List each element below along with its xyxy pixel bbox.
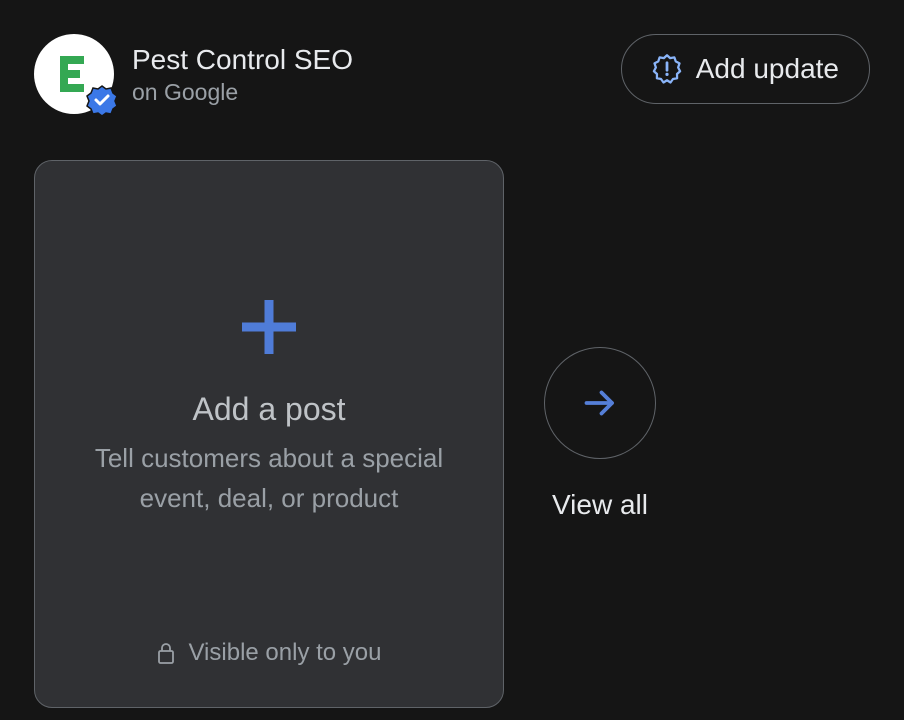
add-post-card[interactable]: Add a post Tell customers about a specia… [34,160,504,708]
visibility-note: Visible only to you [156,639,381,667]
add-post-description: Tell customers about a special event, de… [35,438,503,519]
view-all-label: View all [552,489,648,521]
avatar-wrapper [34,34,114,114]
burst-badge-icon [652,54,682,84]
add-post-title: Add a post [193,391,346,428]
business-name: Pest Control SEO [132,42,353,77]
plus-icon [233,291,305,363]
page-root: Pest Control SEO on Google Add update Ad… [0,0,904,720]
business-subtitle: on Google [132,79,353,106]
add-update-label: Add update [696,53,839,85]
profile-block: Pest Control SEO on Google [34,34,353,114]
lock-icon [156,642,176,664]
visibility-text: Visible only to you [188,639,381,667]
view-all-circle [544,347,656,459]
add-update-button[interactable]: Add update [621,34,870,104]
content-row: Add a post Tell customers about a specia… [34,160,870,708]
header: Pest Control SEO on Google Add update [34,34,870,114]
profile-text: Pest Control SEO on Google [132,42,353,106]
verified-badge-icon [86,84,118,116]
view-all-button[interactable]: View all [544,347,656,521]
arrow-right-icon [582,385,618,421]
